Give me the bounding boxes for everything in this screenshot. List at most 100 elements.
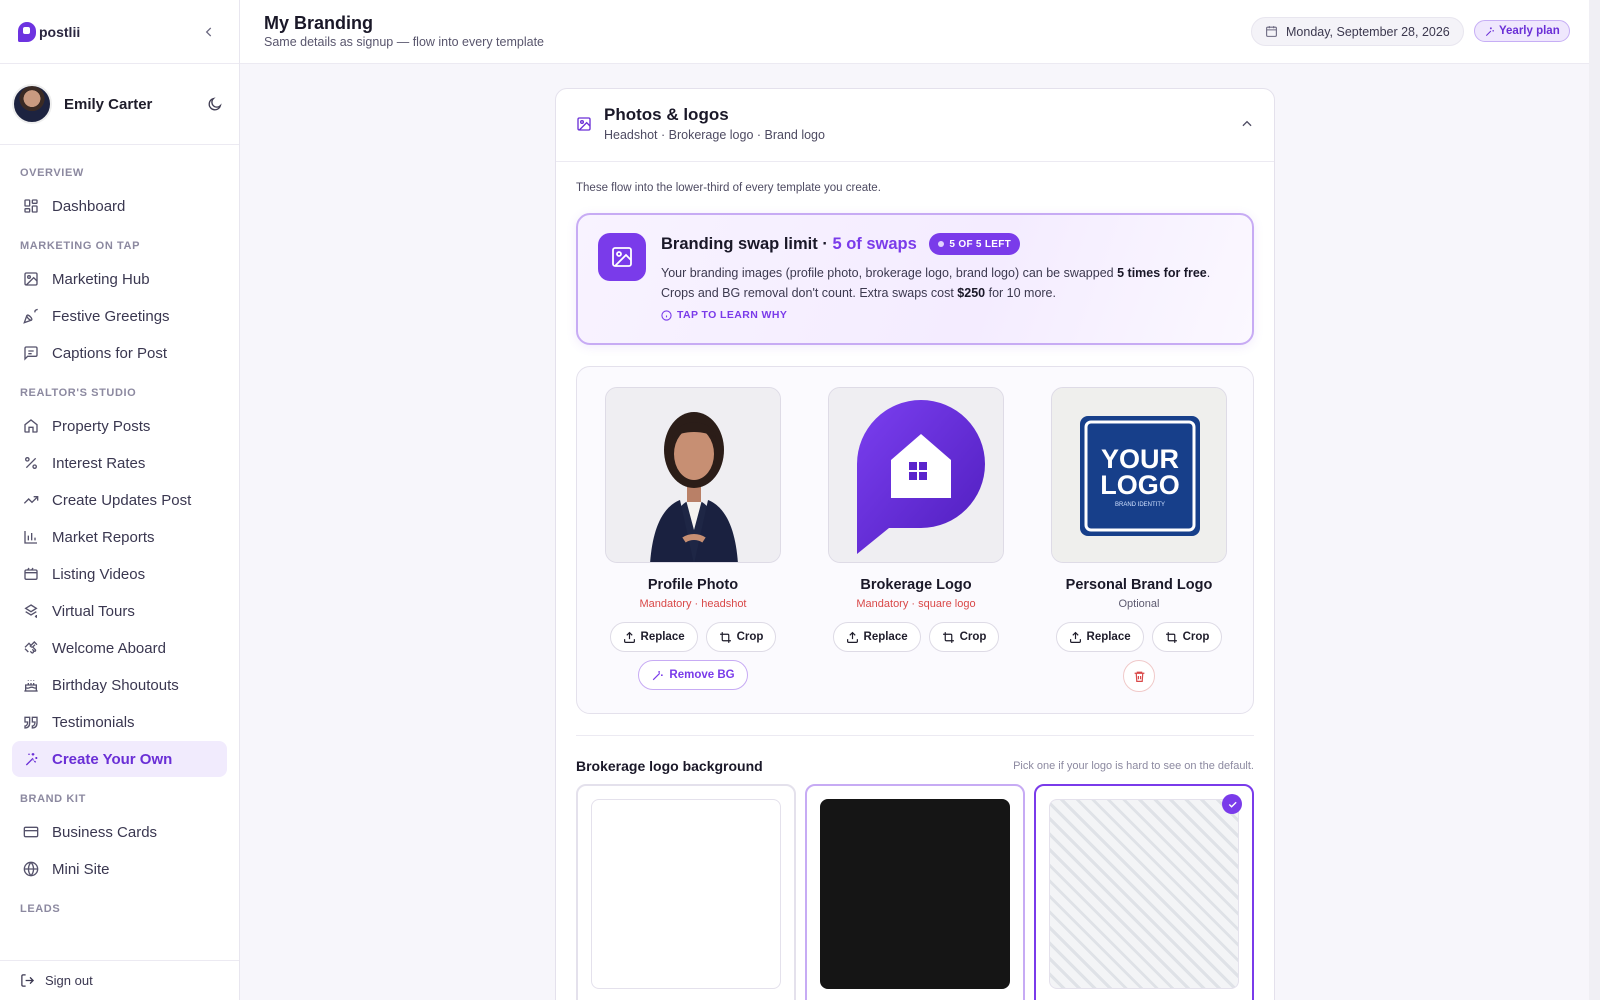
message-square-icon [22,344,40,362]
user-profile-row: Emily Carter [0,64,239,145]
app-logo[interactable]: postlii [18,21,80,42]
button-label: Remove BG [669,669,735,681]
card-title: Photos & logos [604,105,729,124]
sidebar-item-label: Birthday Shoutouts [52,676,179,694]
sidebar-item-marketing-hub[interactable]: Marketing Hub [12,261,227,297]
handshake-icon [22,639,40,657]
white-swatch [591,799,781,989]
learn-why-link[interactable]: TAP TO LEARN WHY [661,309,787,321]
profile-photo-preview[interactable] [605,387,781,563]
moon-icon [208,97,222,111]
sidebar-item-label: Festive Greetings [52,307,170,325]
button-label: Crop [959,631,987,643]
black-swatch [820,799,1010,989]
replace-brokerage-logo-button[interactable]: Replace [832,622,921,652]
upload-icon [846,631,858,643]
background-option-black[interactable] [805,784,1025,1000]
desc-bold: $250 [957,286,986,300]
sidebar-item-testimonials[interactable]: Testimonials [12,704,227,740]
sidebar-item-interest-rates[interactable]: Interest Rates [12,445,227,481]
theme-toggle-button[interactable] [203,92,227,116]
sidebar-item-festive-greetings[interactable]: Festive Greetings [12,298,227,334]
plan-badge[interactable]: Yearly plan [1474,20,1570,42]
image-icon [22,270,40,288]
dashboard-icon [22,197,40,215]
sidebar-item-business-cards[interactable]: Business Cards [12,814,227,850]
profile-photo-requirement: Mandatory · headshot [639,598,747,610]
sidebar-item-create-updates-post[interactable]: Create Updates Post [12,482,227,518]
card-intro-text: These flow into the lower-third of every… [576,182,881,194]
sidebar-item-welcome-aboard[interactable]: Welcome Aboard [12,630,227,666]
page-title: My Branding [264,13,374,33]
credit-card-icon [22,823,40,841]
chevron-left-icon [205,26,212,37]
profile-photo-column: Profile Photo Mandatory · headshot Repla… [605,387,781,690]
sidebar-nav: OVERVIEW Dashboard MARKETING ON TAP Mark… [0,145,239,923]
sidebar-item-label: Welcome Aboard [52,639,166,657]
desc-part: for 10 more. [988,286,1056,300]
crop-icon [1165,631,1177,643]
cake-icon [22,676,40,694]
background-section-hint: Pick one if your logo is hard to see on … [1013,760,1254,772]
sidebar-item-virtual-tours[interactable]: Virtual Tours [12,593,227,629]
background-option-transparent[interactable] [1034,784,1254,1000]
delete-personal-brand-logo-button[interactable] [1123,660,1155,692]
plan-text: Yearly plan [1499,25,1560,37]
sign-out-label: Sign out [45,973,93,988]
sidebar-item-property-posts[interactable]: Property Posts [12,408,227,444]
crop-profile-photo-button[interactable]: Crop [705,622,777,652]
sign-out-button[interactable]: Sign out [0,960,239,1000]
sidebar-item-captions-for-post[interactable]: Captions for Post [12,335,227,371]
sidebar: postlii Emily Carter OVERVIEW Dashboard … [0,0,240,1000]
sidebar-item-mini-site[interactable]: Mini Site [12,851,227,887]
swaps-left-badge: 5 OF 5 LEFT [929,233,1021,255]
crop-brokerage-logo-button[interactable]: Crop [928,622,1000,652]
chevron-up-icon[interactable] [1240,117,1254,131]
brand-logo-image: YOUR LOGO BRAND IDENTITY [1052,388,1226,562]
collapse-sidebar-button[interactable] [197,20,221,44]
crop-personal-brand-logo-button[interactable]: Crop [1151,622,1223,652]
sparkles-icon [1485,26,1494,36]
trending-up-icon [22,491,40,509]
brokerage-logo-requirement: Mandatory · square logo [856,598,976,610]
background-section-title: Brokerage logo background [576,758,763,774]
dot-icon [938,241,945,247]
personal-brand-logo-preview[interactable]: YOUR LOGO BRAND IDENTITY [1051,387,1227,563]
card-header[interactable]: Photos & logos Headshot · Brokerage logo… [556,89,1274,162]
button-label: Crop [1182,631,1210,643]
swap-limit-banner: Branding swap limit · 5 of swaps 5 OF 5 … [576,213,1254,345]
logo-line2: LOGO [1100,470,1180,500]
branding-images-panel: Profile Photo Mandatory · headshot Repla… [576,366,1254,714]
sidebar-item-birthday-shoutouts[interactable]: Birthday Shoutouts [12,667,227,703]
sidebar-item-create-your-own[interactable]: Create Your Own [12,741,227,777]
replace-personal-brand-logo-button[interactable]: Replace [1055,622,1144,652]
selected-check-icon [1222,794,1242,814]
sidebar-item-market-reports[interactable]: Market Reports [12,519,227,555]
brokerage-logo-preview[interactable] [828,387,1004,563]
party-popper-icon [22,307,40,325]
profile-photo-actions: Replace Crop [605,622,781,652]
log-out-icon [21,974,35,987]
sidebar-brand-row: postlii [0,0,239,64]
date-display: Monday, September 28, 2026 [1251,17,1464,46]
remove-bg-button[interactable]: Remove BG [638,660,748,690]
crop-icon [942,631,954,643]
sidebar-item-dashboard[interactable]: Dashboard [12,188,227,224]
avatar[interactable] [12,84,52,124]
sidebar-item-label: Captions for Post [52,344,168,362]
crop-icon [719,631,731,643]
sidebar-item-listing-videos[interactable]: Listing Videos [12,556,227,592]
nav-section-overview: OVERVIEW [20,167,84,179]
replace-profile-photo-button[interactable]: Replace [609,622,698,652]
home-icon [22,417,40,435]
swaps-left-text: 5 OF 5 LEFT [949,238,1012,250]
logo-mark-icon [18,21,36,42]
brokerage-logo-actions: Replace Crop [828,622,1004,652]
page-scrollbar[interactable] [1589,0,1600,1000]
background-option-white[interactable] [576,784,796,1000]
sparkles-icon [22,750,40,768]
brokerage-logo-column: Brokerage Logo Mandatory · square logo R… [828,387,1004,652]
button-label: Replace [640,631,685,643]
swap-limit-title-text: Branding swap limit · [661,235,828,253]
desc-bold: 5 times for free [1117,266,1207,280]
